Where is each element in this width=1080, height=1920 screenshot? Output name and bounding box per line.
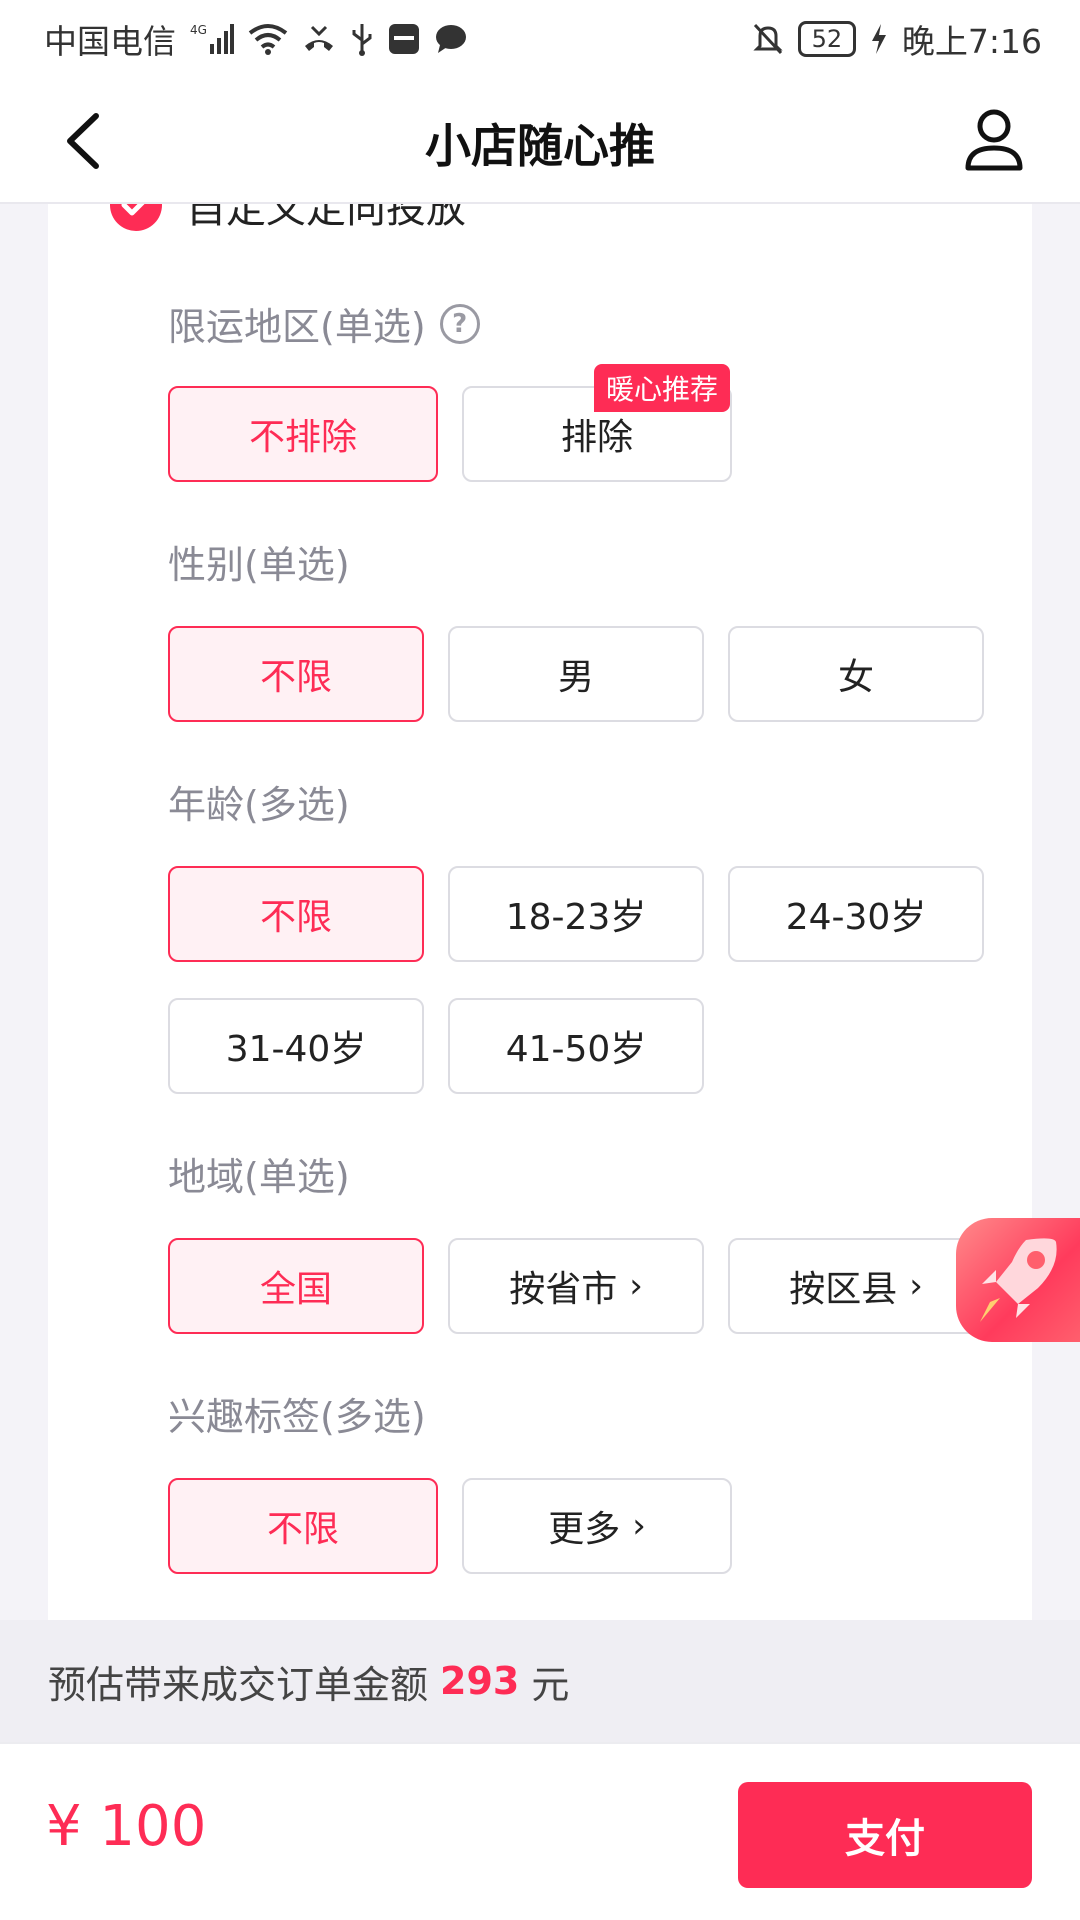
gender-label: 性别(单选): [168, 543, 350, 587]
page-title: 小店随心推: [425, 119, 655, 173]
huawei-app-icon: [388, 23, 420, 55]
region-label: 地域(单选): [168, 1155, 350, 1199]
region-option-by-county[interactable]: 按区县 ›: [728, 1238, 984, 1334]
age-option-41-50[interactable]: 41-50岁: [448, 998, 704, 1094]
age-option-18-23[interactable]: 18-23岁: [448, 866, 704, 962]
pay-button[interactable]: 支付: [738, 1782, 1032, 1888]
question-help-icon[interactable]: ?: [439, 303, 480, 344]
estimate-prefix: 预估带来成交订单金额: [48, 1662, 429, 1707]
targeting-card: 自定义定向投放 限运地区(单选) ? 不排除 排除 暖心推荐 性别(单选) 不限…: [48, 204, 1032, 1620]
user-icon: [965, 109, 1023, 171]
user-profile-button[interactable]: [960, 106, 1028, 176]
mute-bell-icon: [752, 22, 784, 56]
status-left: 中国电信 4G: [44, 15, 468, 63]
payment-bar: ¥ 100 支付: [0, 1742, 1080, 1920]
usb-icon: [350, 22, 374, 56]
restricted-region-title: 限运地区(单选): [168, 305, 426, 349]
estimate-bar: 预估带来成交订单金额 293 元: [0, 1620, 1080, 1742]
interest-option-more[interactable]: 更多 ›: [462, 1478, 732, 1574]
rocket-floating-button[interactable]: [956, 1218, 1080, 1342]
checkmark-icon: [110, 204, 162, 231]
signal-icon: 4G: [190, 22, 234, 56]
age-label: 年龄(多选): [168, 783, 350, 827]
price-amount: ¥ 100: [46, 1794, 207, 1859]
chevron-right-icon: ›: [909, 1266, 923, 1306]
custom-targeting-option[interactable]: 自定义定向投放: [110, 204, 466, 234]
restricted-region-label: 限运地区(单选) ?: [168, 296, 480, 351]
charging-icon: [870, 23, 888, 55]
age-option-24-30[interactable]: 24-30岁: [728, 866, 984, 962]
region-option-by-province[interactable]: 按省市 ›: [448, 1238, 704, 1334]
region-option-nationwide[interactable]: 全国: [168, 1238, 424, 1334]
rocket-icon: [980, 1238, 1057, 1322]
gender-option-any[interactable]: 不限: [168, 626, 424, 722]
carrier-name: 中国电信: [44, 22, 176, 61]
battery-level: 52: [797, 21, 856, 57]
recommend-badge: 暖心推荐: [594, 364, 731, 412]
gender-option-male[interactable]: 男: [448, 626, 704, 722]
status-right: 52 晚上7:16: [752, 15, 1042, 63]
chevron-right-icon: ›: [632, 1506, 646, 1546]
custom-targeting-label: 自定义定向投放: [186, 204, 466, 232]
region-option-by-province-label: 按省市: [509, 1269, 618, 1310]
top-nav-bar: 小店随心推: [0, 78, 1080, 204]
gender-option-female[interactable]: 女: [728, 626, 984, 722]
status-bar: 中国电信 4G 52 晚上7:16: [0, 0, 1080, 78]
age-option-31-40[interactable]: 31-40岁: [168, 998, 424, 1094]
chevron-right-icon: ›: [629, 1266, 643, 1306]
missed-call-icon: [302, 24, 336, 54]
interest-option-more-label: 更多: [548, 1509, 621, 1550]
interest-option-any[interactable]: 不限: [168, 1478, 438, 1574]
estimate-amount: 293: [440, 1659, 520, 1703]
chat-bubble-icon: [434, 23, 468, 55]
wifi-icon: [248, 23, 288, 55]
age-option-any[interactable]: 不限: [168, 866, 424, 962]
network-type: 4G: [190, 23, 207, 37]
region-option-by-county-label: 按区县: [789, 1269, 898, 1310]
estimate-unit: 元: [531, 1662, 570, 1707]
clock: 晚上7:16: [901, 22, 1042, 61]
option-not-exclude[interactable]: 不排除: [168, 386, 438, 482]
interests-label: 兴趣标签(多选): [168, 1395, 426, 1439]
